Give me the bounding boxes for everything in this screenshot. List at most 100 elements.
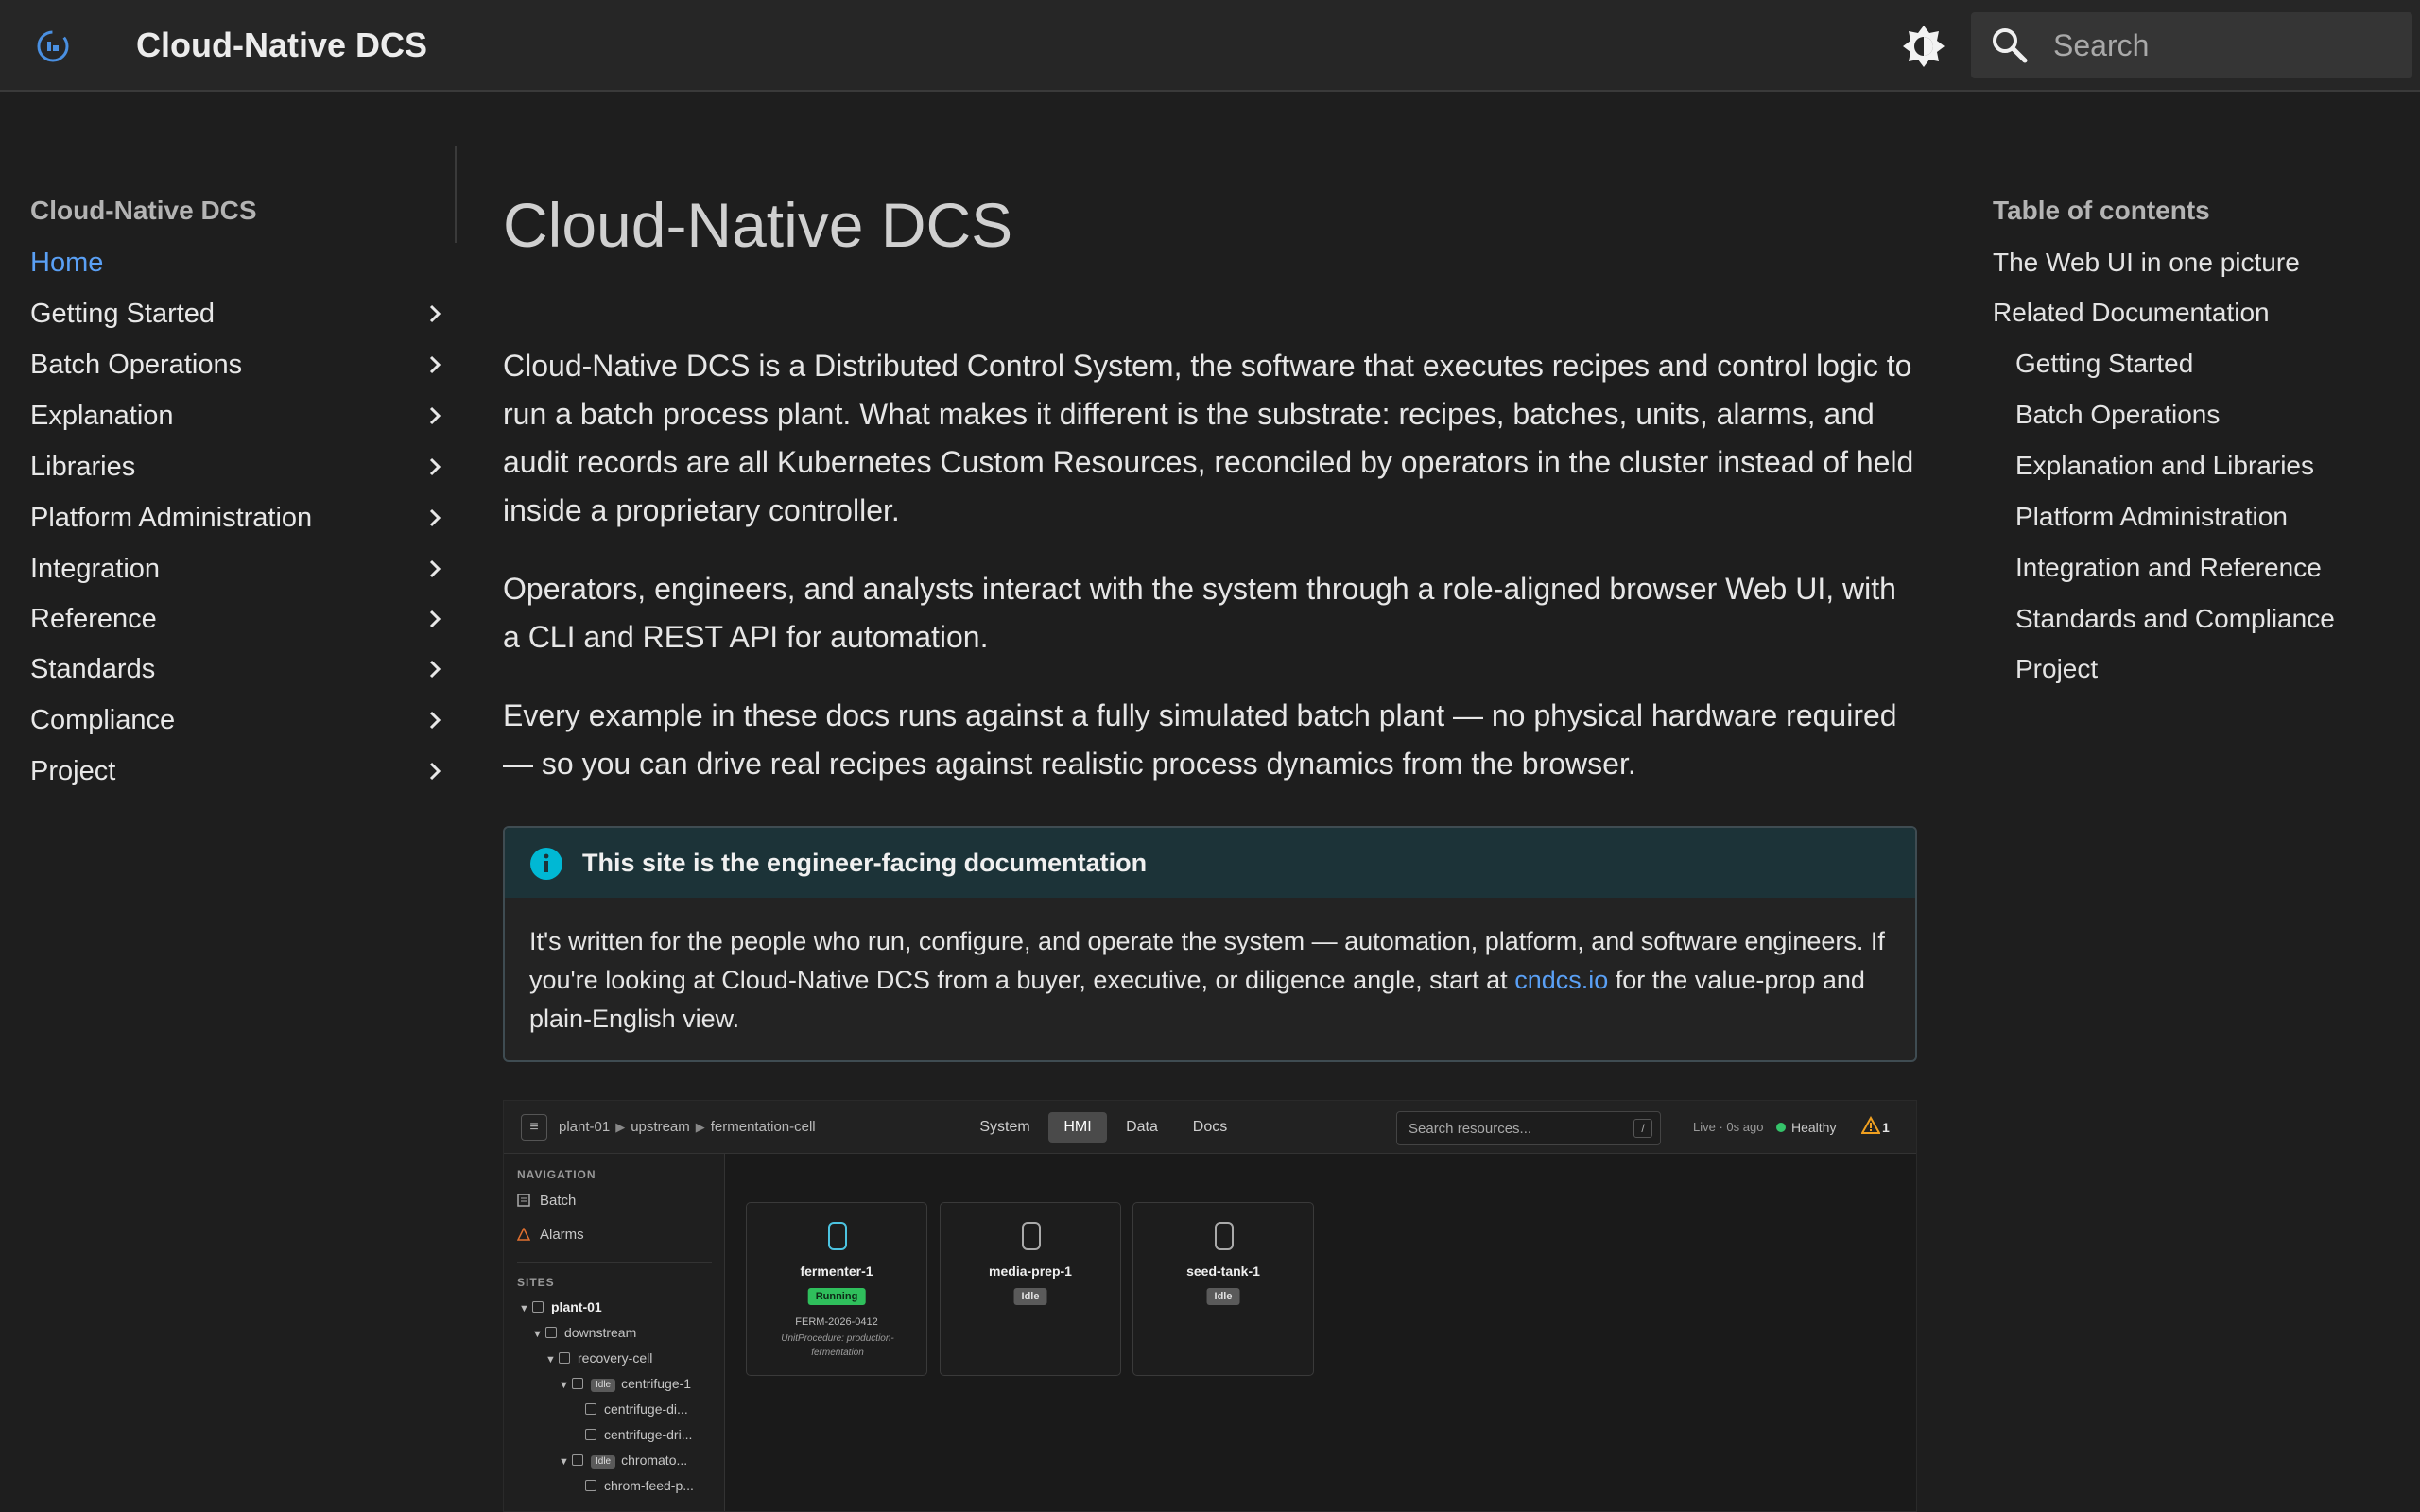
search-icon [1993,28,2028,63]
chevron-right-icon [429,508,441,527]
nav-item-platform-administration[interactable]: Platform Administration [30,492,441,543]
toc-link-related-docs[interactable]: Related Documentation [1993,294,2270,332]
nav-item-project[interactable]: Project [30,746,441,797]
vessel-icon [1215,1222,1234,1250]
search-input[interactable]: Search [1971,12,2412,78]
tree-node-equipment: chrom-feed-p... [585,1476,694,1495]
toc-link-web-ui[interactable]: The Web UI in one picture [1993,244,2300,282]
nav-item-label: Standards [30,654,156,684]
unit-card: media-prep-1 Idle [940,1202,1121,1376]
unit-card: seed-tank-1 Idle [1132,1202,1314,1376]
nav-item-getting-started[interactable]: Getting Started [30,288,441,339]
tab-system: System [979,1119,1030,1135]
toc-link-explanation-libraries[interactable]: Explanation and Libraries [2015,447,2314,485]
unit-name: seed-tank-1 [1186,1263,1260,1279]
admonition-header: This site is the engineer-facing documen… [505,828,1915,898]
health-dot-icon [1776,1123,1786,1132]
nav-alarms: Alarms [517,1226,584,1245]
nav-item-label: Reference [30,604,157,634]
nav-item-libraries[interactable]: Libraries [30,441,441,492]
expand-icon: ▼ [519,1303,529,1314]
unit-state-badge: Running [807,1288,866,1305]
cloud-dcs-logo-icon[interactable] [30,25,76,68]
expand-icon: ▼ [559,1456,569,1468]
unit-state-badge: Idle [1206,1288,1240,1305]
tree-unit-label: centrifuge-1 [621,1376,692,1391]
nav-item-batch-operations[interactable]: Batch Operations [30,339,441,390]
toc-link-integration-reference[interactable]: Integration and Reference [2015,549,2322,587]
vessel-icon [1022,1222,1041,1250]
plant-icon [532,1301,544,1313]
nav-item-label: Explanation [30,401,174,431]
chevron-right-icon [429,304,441,323]
tree-plant-label: plant-01 [551,1299,602,1314]
toc-link-batch-operations[interactable]: Batch Operations [2015,396,2220,434]
web-ui-screenshot: ≡ plant-01 ▶ upstream ▶ fermentation-cell Sy… [503,1100,1917,1512]
tab-docs: Docs [1192,1119,1228,1135]
nav-item-explanation[interactable]: Explanation [30,390,441,441]
nav-item-home[interactable]: Home [30,237,427,288]
brightness-icon[interactable] [1900,23,1947,70]
cell-icon [559,1352,570,1364]
resource-search: Search resources... / [1396,1111,1661,1145]
chevron-right-icon [429,457,441,476]
expand-icon: ▼ [545,1354,556,1366]
nav-item-label: Home [30,248,104,278]
alarm-count: 1 [1882,1120,1890,1135]
unit-card: fermenter-1 Running FERM-2026-0412 UnitP… [746,1202,927,1376]
breadcrumb-area: upstream [631,1119,690,1135]
cndcs-link[interactable]: cndcs.io [1514,966,1608,994]
equipment-icon [585,1403,596,1415]
breadcrumb-separator-icon: ▶ [615,1120,626,1134]
tree-node-unit: ▼ Idle chromato... [559,1451,687,1471]
tree-node-unit: ▼ Idle centrifuge-1 [559,1374,691,1395]
breadcrumb: plant-01 ▶ upstream ▶ fermentation-cell [559,1117,816,1138]
tree-node-plant: ▼ plant-01 [519,1297,602,1318]
site-title[interactable]: Cloud-Native DCS [136,21,427,70]
chevron-right-icon [429,559,441,578]
nav-item-compliance[interactable]: Compliance [30,695,441,746]
nav-item-reference[interactable]: Reference [30,593,441,644]
nav-item-label: Getting Started [30,299,216,329]
tab-hmi: HMI [1048,1112,1107,1143]
chevron-right-icon [429,406,441,425]
nav-heading: Cloud-Native DCS [30,196,257,225]
admonition-body: It's written for the people who run, con… [529,922,1900,1039]
vessel-icon [828,1222,847,1250]
menu-icon: ≡ [521,1114,547,1141]
toc-link-getting-started[interactable]: Getting Started [2015,345,2193,383]
toc-link-platform-admin[interactable]: Platform Administration [2015,498,2288,536]
search-shortcut: / [1634,1119,1652,1138]
nav-item-integration[interactable]: Integration [30,543,441,594]
screenshot-sidebar: NAVIGATION Batch Alarms SITES ▼ plant-01 … [504,1154,725,1511]
info-admonition: This site is the engineer-facing documen… [503,826,1917,1062]
tree-area-label: downstream [564,1325,637,1340]
health-status: Healthy [1791,1120,1837,1135]
interaction-paragraph: Operators, engineers, and analysts inter… [503,572,1896,654]
nav-item-label: Platform Administration [30,503,313,533]
nav-item-label: Compliance [30,705,176,735]
toc-link-standards-compliance[interactable]: Standards and Compliance [2015,600,2335,638]
equipment-icon [585,1429,596,1440]
warning-icon [1861,1116,1880,1134]
nav-item-standards[interactable]: Standards [30,644,441,695]
tree-node-cell: ▼ recovery-cell [545,1349,652,1369]
unit-icon [572,1378,583,1389]
breadcrumb-separator-icon: ▶ [695,1120,705,1134]
breadcrumb-plant: plant-01 [559,1119,611,1135]
chevron-right-icon [429,355,441,374]
top-header: Cloud-Native DCS Search [0,0,2420,92]
info-icon [530,848,562,880]
search-placeholder: Search [2053,28,2150,62]
chevron-right-icon [429,610,441,628]
nav-item-label: Libraries [30,452,136,482]
nav-batch: Batch [517,1192,576,1211]
idle-badge: Idle [591,1379,616,1392]
tree-cell-label: recovery-cell [578,1350,653,1366]
tree-node-area: ▼ downstream [532,1323,636,1344]
toc-link-project[interactable]: Project [2015,650,2098,688]
chevron-right-icon [429,711,441,730]
page-title: Cloud-Native DCS [503,190,1013,260]
chevron-right-icon [429,762,441,781]
toc-heading: Table of contents [1993,196,2210,225]
